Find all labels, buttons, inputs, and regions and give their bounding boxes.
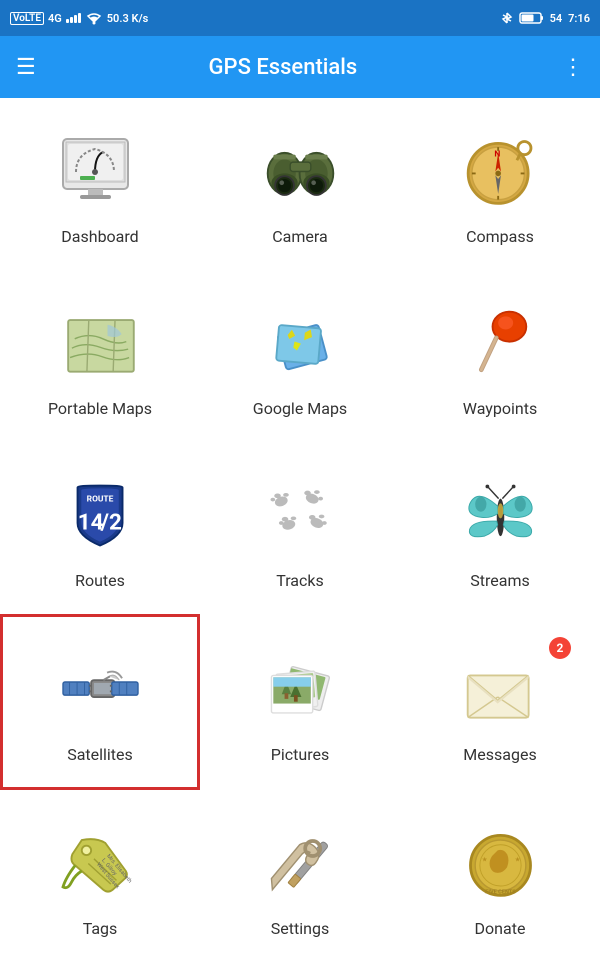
app-title: GPS Essentials <box>20 55 546 80</box>
svg-text:FIVE CENTS: FIVE CENTS <box>485 890 516 896</box>
tags-item[interactable]: Mrs. Elisabeth L. Gilroy West Sussex Tag… <box>0 790 200 962</box>
streams-label: Streams <box>470 571 529 590</box>
dashboard-icon <box>55 127 145 217</box>
status-left: VoLTE 4G 50.3 K/s <box>10 11 148 25</box>
status-right: 54 7:16 <box>500 11 590 25</box>
svg-text:/2: /2 <box>99 510 121 536</box>
operator-label: VoLTE <box>10 12 44 25</box>
satellites-label: Satellites <box>67 745 133 764</box>
svg-text:★: ★ <box>514 856 520 864</box>
dashboard-label: Dashboard <box>61 227 138 246</box>
signal-label: 4G <box>48 12 62 25</box>
pictures-item[interactable]: Pictures <box>200 614 400 790</box>
donate-icon: FIVE CENTS ★ ★ <box>455 819 545 909</box>
settings-icon <box>255 819 345 909</box>
streams-icon <box>455 471 545 561</box>
pictures-label: Pictures <box>271 745 329 764</box>
battery-percent: 54 <box>550 12 563 25</box>
portable-maps-item[interactable]: Portable Maps <box>0 270 200 442</box>
time-label: 7:16 <box>568 12 590 25</box>
compass-label: Compass <box>466 227 534 246</box>
compass-item[interactable]: N Compass <box>400 98 600 270</box>
dashboard-item[interactable]: Dashboard <box>0 98 200 270</box>
bluetooth-icon <box>500 11 514 25</box>
streams-item[interactable]: Streams <box>400 442 600 614</box>
speed-label: 50.3 K/s <box>107 12 149 25</box>
bar1 <box>66 19 69 23</box>
portable-maps-icon <box>55 299 145 389</box>
settings-item[interactable]: Settings <box>200 790 400 962</box>
tracks-item[interactable]: Tracks <box>200 442 400 614</box>
camera-icon <box>255 127 345 217</box>
tracks-icon <box>255 471 345 561</box>
battery-icon <box>520 11 544 25</box>
tracks-label: Tracks <box>276 571 324 590</box>
messages-badge: 2 <box>549 637 571 659</box>
google-maps-label: Google Maps <box>253 399 347 418</box>
svg-text:★: ★ <box>481 856 487 864</box>
tags-label: Tags <box>83 919 118 938</box>
pictures-icon <box>255 645 345 735</box>
routes-icon: ROUTE 14 /2 <box>55 471 145 561</box>
camera-label: Camera <box>272 227 327 246</box>
tags-icon: Mrs. Elisabeth L. Gilroy West Sussex <box>55 819 145 909</box>
donate-item[interactable]: FIVE CENTS ★ ★ Donate <box>400 790 600 962</box>
waypoints-label: Waypoints <box>463 399 537 418</box>
camera-item[interactable]: Camera <box>200 98 400 270</box>
routes-item[interactable]: ROUTE 14 /2 Routes <box>0 442 200 614</box>
app-bar: ☰ GPS Essentials ⋮ <box>0 36 600 98</box>
google-maps-item[interactable]: Google Maps <box>200 270 400 442</box>
messages-item[interactable]: 2 Messages <box>400 614 600 790</box>
portable-maps-label: Portable Maps <box>48 399 152 418</box>
menu-grid: Dashboard <box>0 98 600 962</box>
messages-icon <box>455 645 545 735</box>
messages-label: Messages <box>463 745 536 764</box>
donate-label: Donate <box>475 919 526 938</box>
google-maps-icon <box>255 299 345 389</box>
bar3 <box>74 15 77 23</box>
waypoints-icon <box>455 299 545 389</box>
settings-label: Settings <box>271 919 329 938</box>
satellites-icon <box>55 645 145 735</box>
more-button[interactable]: ⋮ <box>562 55 584 80</box>
satellites-item[interactable]: Satellites <box>0 614 200 790</box>
svg-text:ROUTE: ROUTE <box>86 494 113 504</box>
compass-icon: N <box>455 127 545 217</box>
bar4 <box>78 13 81 23</box>
routes-label: Routes <box>75 571 125 590</box>
waypoints-item[interactable]: Waypoints <box>400 270 600 442</box>
wifi-icon <box>85 11 103 25</box>
status-bar: VoLTE 4G 50.3 K/s 54 7:16 <box>0 0 600 36</box>
bar2 <box>70 17 73 23</box>
signal-bars <box>66 13 81 23</box>
